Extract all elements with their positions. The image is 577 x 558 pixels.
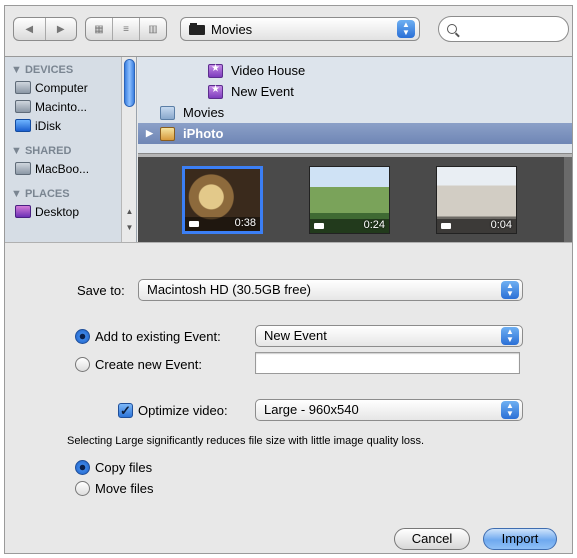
save-to-popup[interactable]: Macintosh HD (30.5GB free) ▲ ▼: [138, 279, 523, 301]
sidebar-item-desktop[interactable]: Desktop: [5, 202, 136, 221]
import-button[interactable]: Import: [483, 528, 557, 550]
optimize-video-popup[interactable]: Large - 960x540 ▲ ▼: [255, 399, 523, 421]
video-camera-icon: [441, 223, 451, 229]
computer-icon: [15, 162, 31, 175]
popup-arrows-icon: ▲ ▼: [501, 327, 519, 345]
columns-icon: ▥: [148, 23, 158, 35]
list-view-button[interactable]: ≡: [113, 18, 140, 40]
sidebar-header-devices: ▼ DEVICES: [11, 64, 74, 76]
thumbnail-strip: 0:38 0:24 0:04: [138, 157, 572, 242]
move-files-radio[interactable]: [75, 481, 90, 496]
copy-files-radio[interactable]: [75, 460, 90, 475]
optimize-video-checkbox[interactable]: ✓: [118, 403, 133, 418]
sidebar-item-label: Desktop: [35, 204, 80, 219]
move-files-label: Move files: [95, 481, 154, 496]
sidebar-item-macbook[interactable]: MacBoo...: [5, 159, 136, 178]
disclosure-triangle-icon[interactable]: ▶: [146, 128, 154, 139]
create-new-event-radio[interactable]: [75, 357, 90, 372]
location-popup[interactable]: Movies ▲ ▼: [180, 17, 420, 41]
file-list: Video House New Event Movies ▶ iPhoto: [138, 57, 572, 153]
movies-folder-icon: [189, 23, 205, 35]
create-new-event-label: Create new Event:: [95, 357, 202, 372]
scroll-down-icon[interactable]: ▼: [122, 223, 136, 232]
event-icon: [208, 84, 223, 99]
view-mode-buttons: ▦ ≡ ▥: [85, 17, 167, 41]
list-item[interactable]: Video House: [138, 60, 572, 81]
video-duration: 0:04: [490, 219, 512, 231]
import-dialog: ◀ ▶ ▦ ≡ ▥ Movies ▲▼ ▼ DEVICES Computer: [4, 5, 573, 554]
hard-drive-icon: [15, 100, 31, 113]
video-camera-icon: [314, 223, 324, 229]
grid-icon: ▦: [94, 23, 104, 35]
list-item-label: Movies: [183, 105, 225, 120]
list-item-selected[interactable]: ▶ iPhoto: [138, 123, 572, 144]
video-thumbnail[interactable]: 0:38: [182, 166, 263, 234]
sidebar-item-label: Computer: [35, 80, 88, 95]
thumbnail-scrollbar[interactable]: [564, 157, 572, 242]
column-view-button[interactable]: ▥: [140, 18, 166, 40]
save-to-label: Save to:: [77, 283, 125, 298]
video-camera-icon: [189, 221, 199, 227]
forward-arrow-icon: ▶: [56, 23, 65, 35]
desktop-icon: [15, 205, 31, 218]
popup-arrows-icon: ▲ ▼: [501, 401, 519, 419]
popup-arrows-icon: ▲ ▼: [397, 20, 415, 38]
new-event-name-field[interactable]: [255, 352, 520, 374]
sidebar-item-idisk[interactable]: iDisk: [5, 116, 136, 135]
toolbar: ◀ ▶ ▦ ≡ ▥ Movies ▲ ▼: [5, 6, 572, 56]
iphoto-icon: [160, 126, 175, 141]
list-item-label: Video House: [231, 63, 306, 78]
sidebar-header-places: ▼ PLACES: [11, 188, 70, 200]
list-icon: ≡: [123, 23, 129, 35]
idisk-icon: [15, 119, 31, 132]
video-thumbnail[interactable]: 0:04: [436, 166, 517, 234]
search-icon: [447, 24, 457, 34]
optimize-video-label: Optimize video:: [138, 403, 228, 418]
existing-event-popup[interactable]: New Event ▲ ▼: [255, 325, 523, 347]
back-forward-buttons: ◀ ▶: [13, 17, 77, 41]
forward-button[interactable]: ▶: [46, 18, 77, 40]
sidebar-scroll-thumb[interactable]: [124, 59, 135, 107]
popup-arrows-icon: ▲ ▼: [501, 281, 519, 299]
back-button[interactable]: ◀: [14, 18, 46, 40]
save-to-value: Macintosh HD (30.5GB free): [147, 282, 312, 297]
icon-view-button[interactable]: ▦: [86, 18, 113, 40]
sidebar: ▼ DEVICES Computer Macinto... iDisk ▼ SH…: [5, 57, 137, 242]
back-arrow-icon: ◀: [25, 23, 34, 35]
add-to-existing-radio[interactable]: [75, 329, 90, 344]
cancel-button[interactable]: Cancel: [394, 528, 470, 550]
optimize-video-value: Large - 960x540: [264, 402, 359, 417]
list-item-label: iPhoto: [183, 126, 224, 141]
event-icon: [208, 63, 223, 78]
sidebar-item-label: MacBoo...: [35, 161, 90, 176]
search-field[interactable]: [438, 16, 569, 42]
copy-files-label: Copy files: [95, 460, 153, 475]
file-browser: ▼ DEVICES Computer Macinto... iDisk ▼ SH…: [5, 56, 572, 242]
video-thumbnail[interactable]: 0:24: [309, 166, 390, 234]
sidebar-header-shared: ▼ SHARED: [11, 145, 72, 157]
computer-icon: [15, 81, 31, 94]
video-duration: 0:38: [234, 217, 256, 229]
list-item[interactable]: Movies: [138, 102, 572, 123]
list-item[interactable]: New Event: [138, 81, 572, 102]
sidebar-scrollbar[interactable]: ▲ ▼: [121, 57, 136, 242]
sidebar-item-label: Macinto...: [35, 99, 88, 114]
sidebar-item-macintosh-hd[interactable]: Macinto...: [5, 97, 136, 116]
existing-event-value: New Event: [264, 328, 327, 343]
import-options: Save to: Macintosh HD (30.5GB free) ▲ ▼ A…: [5, 242, 572, 553]
scroll-up-icon[interactable]: ▲: [122, 207, 136, 216]
location-label: Movies: [211, 21, 253, 37]
sidebar-item-label: iDisk: [35, 118, 61, 133]
add-to-existing-label: Add to existing Event:: [95, 329, 221, 344]
video-duration: 0:24: [363, 219, 385, 231]
sidebar-item-computer[interactable]: Computer: [5, 78, 136, 97]
list-item-label: New Event: [231, 84, 294, 99]
folder-icon: [160, 105, 175, 120]
optimize-hint-text: Selecting Large significantly reduces fi…: [67, 435, 425, 447]
